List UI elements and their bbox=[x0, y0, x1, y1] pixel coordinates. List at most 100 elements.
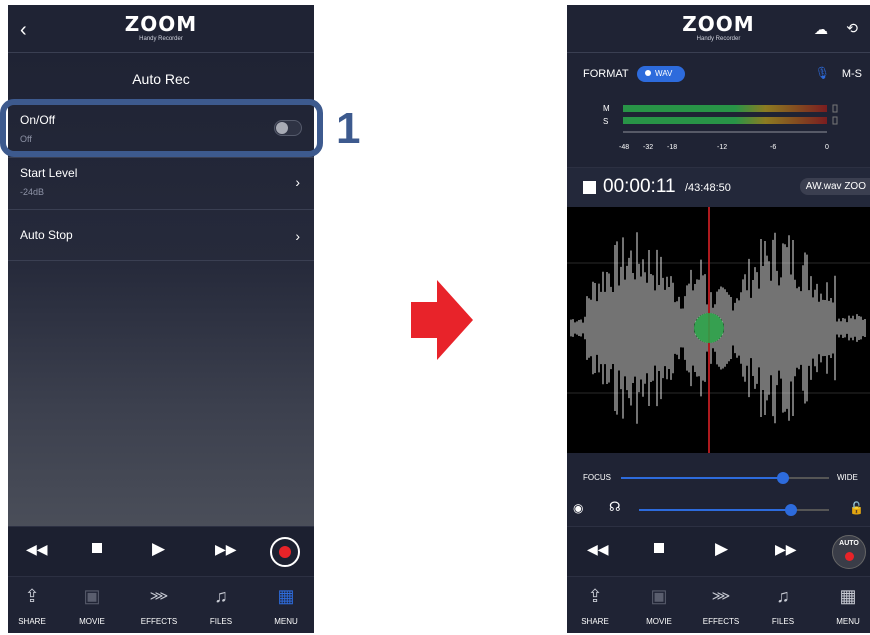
effects-icon: ⋙ bbox=[149, 588, 169, 603]
elapsed-time: 00:00:11 bbox=[603, 176, 676, 197]
share-icon: ⇪ bbox=[24, 586, 40, 606]
meter-scale-label: -12 bbox=[717, 144, 728, 151]
volume-fill bbox=[639, 509, 791, 511]
fast-forward-button[interactable]: ▶▶ bbox=[775, 541, 797, 558]
meter-scale-label: -6 bbox=[770, 144, 777, 151]
focus-knob[interactable] bbox=[777, 472, 790, 484]
tab-menu-label: MENU bbox=[836, 617, 860, 626]
mic-icon: 🎙 bbox=[814, 66, 830, 80]
zoom-logo: ZOOM Handy Recorder bbox=[8, 14, 314, 42]
tab-share[interactable]: ⇪ SHARE bbox=[8, 585, 62, 626]
logo-brand: ZOOM bbox=[124, 12, 198, 36]
share-icon: ⇪ bbox=[587, 586, 603, 606]
stop-button[interactable] bbox=[654, 543, 664, 553]
tab-share-label: SHARE bbox=[581, 617, 609, 626]
waveform bbox=[567, 207, 870, 453]
chevron-right-icon: › bbox=[295, 228, 300, 244]
rotate-lock-icon[interactable]: ⟲ bbox=[846, 20, 858, 37]
tab-effects-label: EFFECTS bbox=[702, 617, 740, 626]
meter-label-s: S bbox=[603, 117, 609, 126]
effects-icon: ⋙ bbox=[711, 588, 731, 603]
format-badge[interactable]: WAV bbox=[637, 66, 685, 82]
tab-effects[interactable]: ⋙ EFFECTS bbox=[129, 585, 189, 626]
play-button[interactable]: ▶ bbox=[152, 539, 165, 559]
start-level-label: Start Level bbox=[20, 166, 78, 180]
movie-icon: ▣ bbox=[650, 586, 668, 606]
playhead-marker[interactable] bbox=[694, 313, 724, 343]
waveform-display[interactable] bbox=[567, 207, 870, 453]
lock-icon[interactable]: 🔓 bbox=[849, 501, 864, 515]
files-icon: ♫ bbox=[776, 586, 790, 606]
rewind-button[interactable]: ◀◀ bbox=[587, 541, 609, 558]
auto-stop-row[interactable]: Auto Stop › bbox=[8, 209, 314, 261]
stop-square-icon bbox=[583, 181, 596, 194]
time-bar: 00:00:11 /43:48:50 AW.wav ZOO bbox=[567, 167, 870, 207]
menu-grid-icon: ▦ bbox=[277, 586, 295, 606]
transport-bar: ◀◀ ▶ ▶▶ bbox=[8, 526, 314, 576]
wide-label: WIDE bbox=[837, 473, 858, 482]
tab-movie[interactable]: ▣ MOVIE bbox=[62, 585, 122, 626]
app-header: ZOOM Handy Recorder ☁ ⟲ bbox=[567, 5, 870, 53]
movie-icon: ▣ bbox=[83, 586, 101, 606]
red-arrow-icon bbox=[411, 280, 473, 360]
rewind-button[interactable]: ◀◀ bbox=[26, 541, 48, 558]
meter-scale-label: -48 bbox=[619, 144, 630, 151]
focus-fill bbox=[621, 477, 784, 479]
tab-bar: ⇪ SHARE ▣ MOVIE ⋙ EFFECTS ♫ FILES ▦ MENU bbox=[567, 576, 870, 633]
volume-slider-row: ◉ ☊ 🔓 bbox=[567, 495, 870, 525]
tab-share[interactable]: ⇪ SHARE bbox=[567, 585, 625, 626]
tab-files[interactable]: ♫ FILES bbox=[191, 585, 251, 626]
focus-slider-row: FOCUS WIDE bbox=[567, 463, 870, 493]
transport-bar: ◀◀ ▶ ▶▶ AUTO bbox=[567, 526, 870, 576]
mic-mode[interactable]: M-S bbox=[842, 68, 862, 80]
tab-effects-label: EFFECTS bbox=[140, 617, 178, 626]
stop-button[interactable] bbox=[92, 543, 102, 553]
tab-share-label: SHARE bbox=[18, 617, 46, 626]
start-level-row[interactable]: Start Level -24dB › bbox=[8, 157, 314, 209]
volume-knob[interactable] bbox=[785, 504, 797, 516]
cloud-icon[interactable]: ☁ bbox=[814, 21, 828, 38]
logo-subtitle: Handy Recorder bbox=[139, 36, 183, 42]
remaining-time: /43:48:50 bbox=[685, 182, 731, 194]
auto-label: AUTO bbox=[839, 540, 859, 547]
chevron-right-icon: › bbox=[295, 174, 300, 190]
menu-grid-icon: ▦ bbox=[839, 586, 857, 606]
tab-files-label: FILES bbox=[771, 617, 795, 626]
tab-movie-label: MOVIE bbox=[646, 617, 672, 626]
file-name[interactable]: AW.wav ZOO bbox=[799, 178, 870, 195]
meter-scale-label: -32 bbox=[643, 144, 654, 151]
meter-label-m: M bbox=[603, 104, 610, 113]
tab-bar: ⇪ SHARE ▣ MOVIE ⋙ EFFECTS ♫ FILES ▦ MENU bbox=[8, 576, 314, 633]
tab-effects[interactable]: ⋙ EFFECTS bbox=[691, 585, 751, 626]
format-label: FORMAT bbox=[583, 68, 629, 80]
tab-files[interactable]: ♫ FILES bbox=[753, 585, 813, 626]
files-icon: ♫ bbox=[214, 586, 228, 606]
record-dot bbox=[279, 546, 291, 558]
tab-movie[interactable]: ▣ MOVIE bbox=[629, 585, 689, 626]
fast-forward-button[interactable]: ▶▶ bbox=[215, 541, 237, 558]
volume-slider[interactable] bbox=[639, 504, 829, 516]
format-value: WAV bbox=[655, 69, 673, 78]
format-bar: FORMAT WAV 🎙 M-S bbox=[567, 53, 870, 93]
meter-bars bbox=[623, 104, 838, 133]
step-highlight-frame bbox=[0, 99, 323, 157]
tab-menu[interactable]: ▦ MENU bbox=[818, 585, 870, 626]
play-button[interactable]: ▶ bbox=[715, 539, 728, 559]
tab-movie-label: MOVIE bbox=[79, 617, 105, 626]
auto-stop-label: Auto Stop bbox=[20, 228, 73, 242]
recorder-screen: ZOOM Handy Recorder ☁ ⟲ FORMAT WAV 🎙 M-S… bbox=[567, 5, 870, 633]
page-title: Auto Rec bbox=[132, 71, 190, 87]
tab-files-label: FILES bbox=[209, 617, 233, 626]
meter-scale-label: 0 bbox=[825, 144, 829, 151]
badge-dot bbox=[645, 70, 651, 76]
level-meters: M S -48 -32 -18 -12 -6 0 bbox=[567, 97, 870, 157]
focus-slider[interactable] bbox=[621, 472, 829, 484]
meter-scale-label: -18 bbox=[667, 144, 678, 151]
record-dot bbox=[845, 552, 854, 561]
headphones-icon: ☊ bbox=[609, 499, 621, 514]
monitor-icon[interactable]: ◉ bbox=[573, 501, 583, 515]
auto-record-button[interactable]: AUTO bbox=[832, 535, 866, 569]
tab-menu[interactable]: ▦ MENU bbox=[256, 585, 314, 626]
focus-label: FOCUS bbox=[583, 473, 611, 482]
record-button[interactable] bbox=[270, 537, 300, 567]
